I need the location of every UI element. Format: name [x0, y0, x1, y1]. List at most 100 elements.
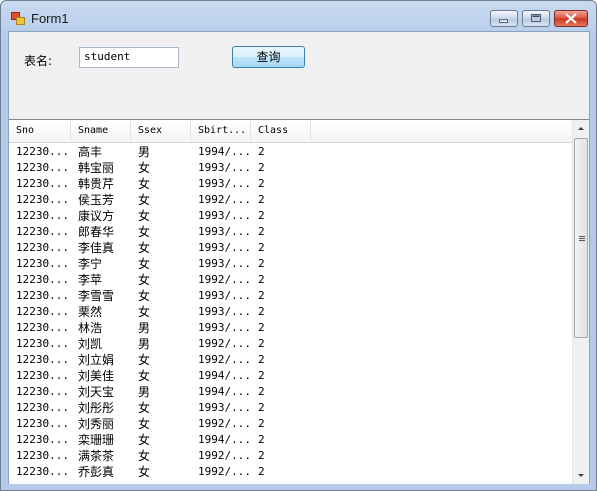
cell-sno[interactable]: 12230...: [9, 288, 71, 304]
scrollbar-thumb[interactable]: [574, 138, 588, 338]
table-row[interactable]: 12230... 李苹女 1992/... 2: [9, 272, 572, 288]
scroll-up-button[interactable]: [573, 120, 589, 137]
cell-ssex[interactable]: 女: [131, 160, 191, 176]
cell-sname[interactable]: 刘凯: [71, 336, 131, 352]
cell-sname[interactable]: 满茶茶: [71, 448, 131, 464]
cell-sname[interactable]: 李宁: [71, 256, 131, 272]
cell-sname[interactable]: 韩宝丽: [71, 160, 131, 176]
cell-sno[interactable]: 12230...: [9, 432, 71, 448]
cell-ssex[interactable]: 男: [131, 320, 191, 336]
cell-sno[interactable]: 12230...: [9, 352, 71, 368]
cell-class[interactable]: 2: [251, 384, 311, 400]
cell-ssex[interactable]: 女: [131, 304, 191, 320]
cell-ssex[interactable]: 男: [131, 336, 191, 352]
cell-sname[interactable]: 韩贵芹: [71, 176, 131, 192]
cell-sno[interactable]: 12230...: [9, 448, 71, 464]
cell-class[interactable]: 2: [251, 176, 311, 192]
cell-sname[interactable]: 郎春华: [71, 224, 131, 240]
table-row[interactable]: 12230... 高丰男 1994/... 2: [9, 144, 572, 160]
cell-sbirthday[interactable]: 1994/...: [191, 368, 251, 384]
cell-sbirthday[interactable]: 1993/...: [191, 400, 251, 416]
cell-ssex[interactable]: 女: [131, 448, 191, 464]
cell-ssex[interactable]: 女: [131, 272, 191, 288]
table-row[interactable]: 12230... 林浩男 1993/... 2: [9, 320, 572, 336]
close-button[interactable]: [554, 10, 588, 27]
column-header-sno[interactable]: Sno: [9, 120, 71, 142]
table-name-input[interactable]: student: [79, 47, 179, 68]
table-row[interactable]: 12230... 侯玉芳女 1992/... 2: [9, 192, 572, 208]
maximize-button[interactable]: [522, 10, 550, 27]
scroll-down-button[interactable]: [573, 467, 589, 484]
table-row[interactable]: 12230... 郎春华女 1993/... 2: [9, 224, 572, 240]
cell-sname[interactable]: 刘秀丽: [71, 416, 131, 432]
cell-sbirthday[interactable]: 1993/...: [191, 240, 251, 256]
cell-ssex[interactable]: 女: [131, 368, 191, 384]
table-row[interactable]: 12230... 刘美佳女 1994/... 2: [9, 368, 572, 384]
table-row[interactable]: 12230... 韩贵芹女 1993/... 2: [9, 176, 572, 192]
cell-sbirthday[interactable]: 1993/...: [191, 320, 251, 336]
cell-class[interactable]: 2: [251, 192, 311, 208]
cell-class[interactable]: 2: [251, 160, 311, 176]
cell-class[interactable]: 2: [251, 336, 311, 352]
cell-sbirthday[interactable]: 1993/...: [191, 288, 251, 304]
table-row[interactable]: 12230... 栾珊珊女 1994/... 2: [9, 432, 572, 448]
vertical-scrollbar[interactable]: [572, 120, 589, 484]
cell-class[interactable]: 2: [251, 144, 311, 160]
cell-sbirthday[interactable]: 1992/...: [191, 352, 251, 368]
cell-ssex[interactable]: 女: [131, 208, 191, 224]
cell-sname[interactable]: 李苹: [71, 272, 131, 288]
cell-class[interactable]: 2: [251, 368, 311, 384]
cell-sno[interactable]: 12230...: [9, 208, 71, 224]
cell-sbirthday[interactable]: 1993/...: [191, 224, 251, 240]
table-row[interactable]: 12230... 满茶茶女 1992/... 2: [9, 448, 572, 464]
cell-sno[interactable]: 12230...: [9, 176, 71, 192]
table-row[interactable]: 12230... 李宁女 1993/... 2: [9, 256, 572, 272]
query-button[interactable]: 查询: [232, 46, 305, 68]
table-row[interactable]: 12230... 刘立娟女 1992/... 2: [9, 352, 572, 368]
table-row[interactable]: 12230... 刘凯男 1992/... 2: [9, 336, 572, 352]
cell-sname[interactable]: 栾珊珊: [71, 432, 131, 448]
cell-sbirthday[interactable]: 1993/...: [191, 304, 251, 320]
cell-ssex[interactable]: 女: [131, 224, 191, 240]
cell-sname[interactable]: 刘立娟: [71, 352, 131, 368]
cell-ssex[interactable]: 女: [131, 256, 191, 272]
cell-sno[interactable]: 12230...: [9, 368, 71, 384]
cell-sbirthday[interactable]: 1994/...: [191, 144, 251, 160]
cell-sbirthday[interactable]: 1993/...: [191, 256, 251, 272]
table-row[interactable]: 12230... 乔彭真女 1992/... 2: [9, 464, 572, 480]
cell-class[interactable]: 2: [251, 400, 311, 416]
cell-sno[interactable]: 12230...: [9, 320, 71, 336]
cell-class[interactable]: 2: [251, 304, 311, 320]
cell-class[interactable]: 2: [251, 432, 311, 448]
cell-sname[interactable]: 高丰: [71, 144, 131, 160]
cell-ssex[interactable]: 女: [131, 176, 191, 192]
cell-sname[interactable]: 侯玉芳: [71, 192, 131, 208]
cell-sno[interactable]: 12230...: [9, 304, 71, 320]
cell-class[interactable]: 2: [251, 352, 311, 368]
cell-class[interactable]: 2: [251, 416, 311, 432]
cell-sbirthday[interactable]: 1992/...: [191, 336, 251, 352]
cell-sname[interactable]: 刘美佳: [71, 368, 131, 384]
column-header-class[interactable]: Class: [251, 120, 311, 142]
cell-sbirthday[interactable]: 1992/...: [191, 416, 251, 432]
cell-sbirthday[interactable]: 1994/...: [191, 432, 251, 448]
cell-sno[interactable]: 12230...: [9, 256, 71, 272]
cell-sname[interactable]: 李佳真: [71, 240, 131, 256]
cell-sno[interactable]: 12230...: [9, 336, 71, 352]
cell-sno[interactable]: 12230...: [9, 240, 71, 256]
data-grid-view[interactable]: Sno Sname Ssex Sbirt... Class 12230... 高丰…: [9, 119, 589, 484]
cell-sno[interactable]: 12230...: [9, 192, 71, 208]
cell-class[interactable]: 2: [251, 288, 311, 304]
table-row[interactable]: 12230... 李佳真女 1993/... 2: [9, 240, 572, 256]
cell-sname[interactable]: 林浩: [71, 320, 131, 336]
cell-sbirthday[interactable]: 1992/...: [191, 192, 251, 208]
cell-sbirthday[interactable]: 1994/...: [191, 384, 251, 400]
cell-sno[interactable]: 12230...: [9, 416, 71, 432]
cell-sno[interactable]: 12230...: [9, 464, 71, 480]
column-header-ssex[interactable]: Ssex: [131, 120, 191, 142]
cell-ssex[interactable]: 女: [131, 288, 191, 304]
cell-ssex[interactable]: 女: [131, 240, 191, 256]
cell-ssex[interactable]: 女: [131, 416, 191, 432]
cell-class[interactable]: 2: [251, 464, 311, 480]
cell-sname[interactable]: 栗然: [71, 304, 131, 320]
